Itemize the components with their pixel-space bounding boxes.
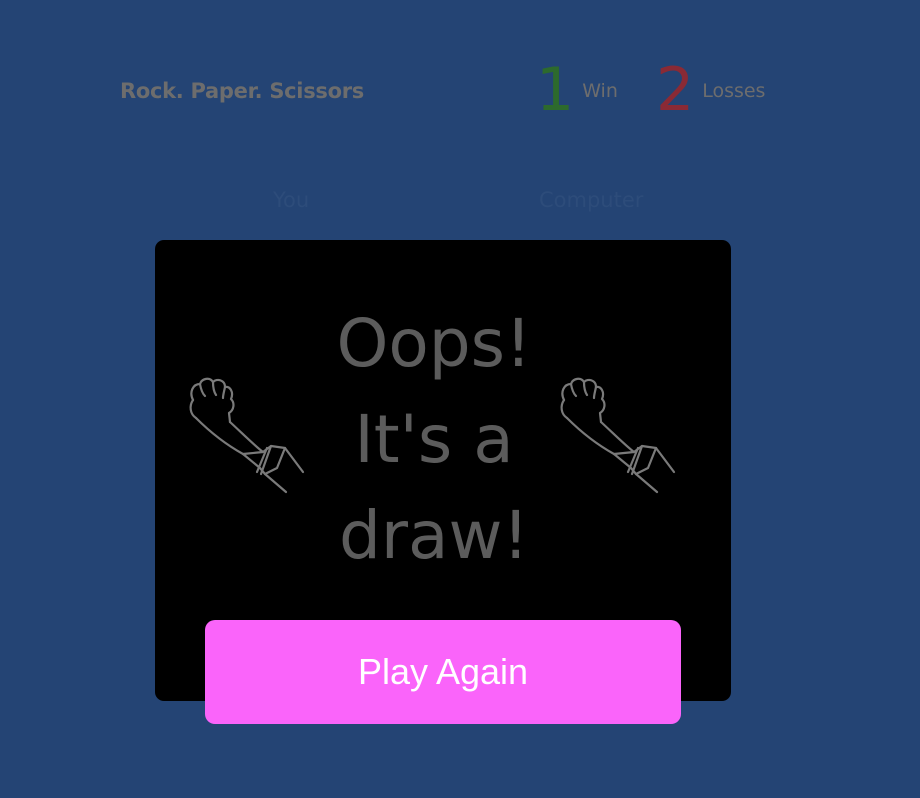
computer-label: Computer <box>539 188 644 212</box>
result-line: Oops! <box>336 305 532 382</box>
result-line: It's a <box>354 401 514 478</box>
play-again-button[interactable]: Play Again <box>205 620 681 724</box>
you-label: You <box>273 188 310 212</box>
losses-count: 2 <box>656 55 695 125</box>
rock-hand-icon <box>189 377 305 494</box>
game-page: Rock. Paper. Scissors 1 Win 2 Losses You… <box>0 0 920 798</box>
game-title: Rock. Paper. Scissors <box>120 79 364 103</box>
result-line: draw! <box>339 497 529 574</box>
wins-score: 1 Win <box>536 55 618 125</box>
losses-label: Losses <box>702 80 766 102</box>
wins-count: 1 <box>536 55 575 125</box>
wins-label: Win <box>582 80 618 102</box>
losses-score: 2 Losses <box>656 55 766 125</box>
result-message: Oops! It's a draw! <box>300 296 568 584</box>
rock-hand-icon <box>560 377 676 494</box>
